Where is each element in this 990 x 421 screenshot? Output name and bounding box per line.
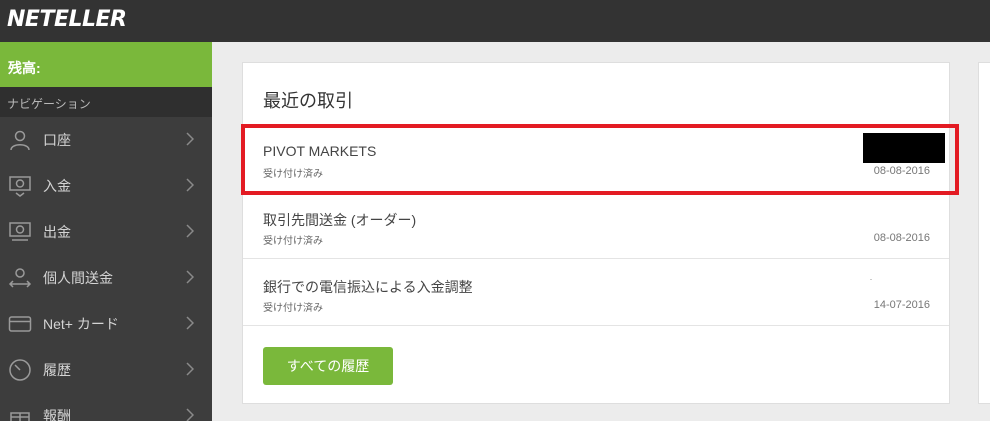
sidebar-item-rewards[interactable]: 報酬 bbox=[0, 393, 212, 421]
chevron-right-icon bbox=[186, 270, 194, 284]
faint-mark bbox=[870, 279, 872, 280]
transaction-status: 受け付け済み bbox=[263, 303, 323, 314]
highlight-annotation-box bbox=[241, 124, 959, 195]
sidebar-item-label: 個人間送金 bbox=[43, 270, 113, 286]
chevron-right-icon bbox=[186, 362, 194, 376]
chevron-right-icon bbox=[186, 408, 194, 421]
chevron-right-icon bbox=[186, 224, 194, 238]
sidebar-item-label: Net+ カード bbox=[43, 316, 119, 332]
transaction-name: 取引先間送金 (オーダー) bbox=[263, 212, 417, 228]
chevron-right-icon bbox=[186, 316, 194, 330]
chevron-right-icon bbox=[186, 132, 194, 146]
top-bar: NETELLER bbox=[0, 0, 990, 42]
chevron-right-icon bbox=[186, 178, 194, 192]
transaction-date: 14-07-2016 bbox=[873, 299, 930, 311]
sidebar-item-net-plus-card[interactable]: Net+ カード bbox=[0, 301, 212, 347]
right-panel-edge bbox=[978, 62, 990, 404]
sidebar-item-label: 報酬 bbox=[43, 408, 71, 421]
sidebar-item-label: 口座 bbox=[43, 132, 71, 148]
user-icon bbox=[7, 127, 33, 153]
deposit-icon bbox=[7, 173, 33, 199]
transaction-date: 08-08-2016 bbox=[873, 232, 930, 244]
card-title: 最近の取引 bbox=[263, 91, 353, 111]
sidebar-item-transfer[interactable]: 個人間送金 bbox=[0, 255, 212, 301]
sidebar-item-label: 入金 bbox=[43, 178, 71, 194]
transaction-row[interactable]: 取引先間送金 (オーダー) 受け付け済み 08-08-2016 bbox=[243, 191, 949, 257]
transaction-name: 銀行での電信振込による入金調整 bbox=[263, 279, 473, 295]
sidebar: 残高: ナビゲーション 口座 入金 出金 個人間送金 Net+ カード 履歴 報… bbox=[0, 42, 212, 421]
balance-label: 残高: bbox=[0, 42, 212, 87]
sidebar-item-account[interactable]: 口座 bbox=[0, 117, 212, 163]
sidebar-item-label: 履歴 bbox=[43, 362, 71, 378]
history-icon bbox=[7, 357, 33, 383]
sidebar-item-history[interactable]: 履歴 bbox=[0, 347, 212, 393]
transaction-row[interactable]: 銀行での電信振込による入金調整 受け付け済み 14-07-2016 bbox=[243, 258, 949, 324]
card-icon bbox=[7, 311, 33, 337]
sidebar-item-withdraw[interactable]: 出金 bbox=[0, 209, 212, 255]
sidebar-item-label: 出金 bbox=[43, 224, 71, 240]
neteller-logo[interactable]: NETELLER bbox=[7, 6, 127, 34]
gift-icon bbox=[7, 403, 33, 421]
recent-transactions-card: 最近の取引 PIVOT MARKETS 受け付け済み 08-08-2016 取引… bbox=[242, 62, 950, 404]
transfer-icon bbox=[7, 265, 33, 291]
divider bbox=[243, 325, 949, 326]
all-history-button[interactable]: すべての履歴 bbox=[263, 347, 393, 385]
navigation-header: ナビゲーション bbox=[0, 87, 212, 117]
sidebar-item-deposit[interactable]: 入金 bbox=[0, 163, 212, 209]
withdraw-icon bbox=[7, 219, 33, 245]
transaction-status: 受け付け済み bbox=[263, 236, 323, 247]
